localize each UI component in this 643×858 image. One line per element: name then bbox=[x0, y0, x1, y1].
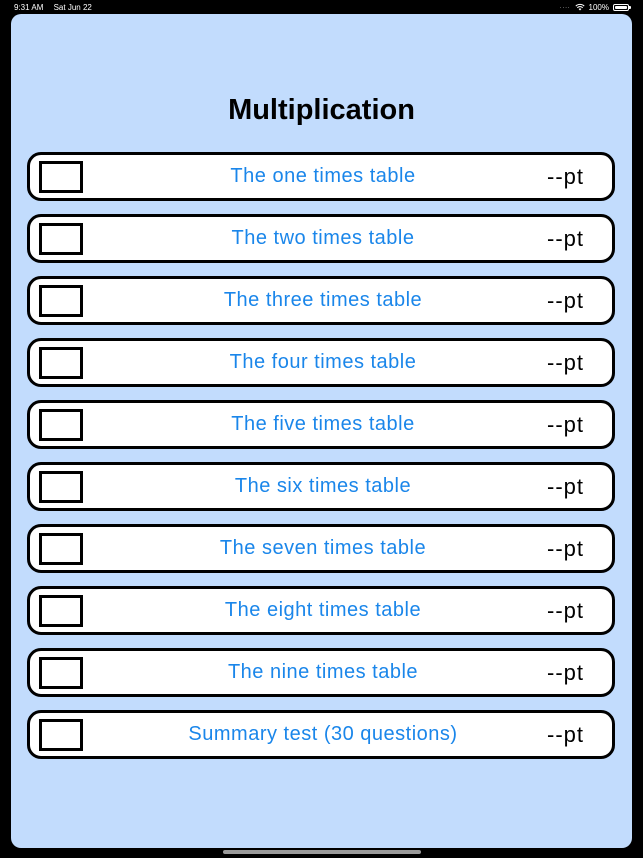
checkbox-icon[interactable] bbox=[39, 719, 83, 751]
status-date: Sat Jun 22 bbox=[53, 2, 92, 12]
checkbox-icon[interactable] bbox=[39, 471, 83, 503]
table-row-summary[interactable]: Summary test (30 questions) --pt bbox=[27, 710, 615, 759]
row-label: The seven times table bbox=[219, 537, 427, 559]
checkbox-icon[interactable] bbox=[39, 347, 83, 379]
row-label: The six times table bbox=[234, 475, 412, 497]
row-score: --pt bbox=[547, 350, 584, 375]
table-row-four[interactable]: The four times table --pt bbox=[27, 338, 615, 387]
row-label: The one times table bbox=[230, 165, 416, 187]
table-row-two[interactable]: The two times table --pt bbox=[27, 214, 615, 263]
row-label: The two times table bbox=[231, 227, 415, 249]
battery-fill bbox=[615, 5, 627, 9]
row-score: --pt bbox=[547, 288, 584, 313]
row-label: The five times table bbox=[231, 413, 415, 435]
checkbox-icon[interactable] bbox=[39, 657, 83, 689]
times-table-list: The one times table --pt The two times t… bbox=[27, 152, 615, 772]
status-bar: 9:31 AM Sat Jun 22 .... 100% bbox=[0, 0, 643, 14]
signal-dots: .... bbox=[559, 4, 571, 10]
battery-icon bbox=[613, 3, 631, 11]
checkbox-icon[interactable] bbox=[39, 409, 83, 441]
battery-percent: 100% bbox=[588, 2, 609, 12]
row-score: --pt bbox=[547, 660, 584, 685]
row-score: --pt bbox=[547, 164, 584, 189]
checkbox-icon[interactable] bbox=[39, 285, 83, 317]
checkbox-icon[interactable] bbox=[39, 161, 83, 193]
checkbox-icon[interactable] bbox=[39, 223, 83, 255]
row-label: Summary test (30 questions) bbox=[188, 723, 458, 745]
table-row-one[interactable]: The one times table --pt bbox=[27, 152, 615, 201]
table-row-six[interactable]: The six times table --pt bbox=[27, 462, 615, 511]
row-label: The four times table bbox=[229, 351, 417, 373]
home-indicator[interactable] bbox=[223, 850, 421, 854]
page-title: Multiplication bbox=[228, 94, 415, 126]
status-right: .... 100% bbox=[559, 2, 631, 12]
row-score: --pt bbox=[547, 536, 584, 561]
row-score: --pt bbox=[547, 474, 584, 499]
row-score: --pt bbox=[547, 412, 584, 437]
table-row-five[interactable]: The five times table --pt bbox=[27, 400, 615, 449]
status-left: 9:31 AM Sat Jun 22 bbox=[14, 3, 100, 12]
status-time: 9:31 AM bbox=[14, 2, 44, 12]
table-row-nine[interactable]: The nine times table --pt bbox=[27, 648, 615, 697]
table-row-seven[interactable]: The seven times table --pt bbox=[27, 524, 615, 573]
checkbox-icon[interactable] bbox=[39, 595, 83, 627]
row-label: The three times table bbox=[223, 289, 423, 311]
table-row-three[interactable]: The three times table --pt bbox=[27, 276, 615, 325]
row-score: --pt bbox=[547, 598, 584, 623]
row-label: The nine times table bbox=[227, 661, 419, 683]
row-score: --pt bbox=[547, 722, 584, 747]
row-score: --pt bbox=[547, 226, 584, 251]
wifi-icon bbox=[574, 3, 585, 11]
row-label: The eight times table bbox=[224, 599, 422, 621]
table-row-eight[interactable]: The eight times table --pt bbox=[27, 586, 615, 635]
checkbox-icon[interactable] bbox=[39, 533, 83, 565]
app-screen: Multiplication The one times table --pt … bbox=[11, 14, 632, 848]
